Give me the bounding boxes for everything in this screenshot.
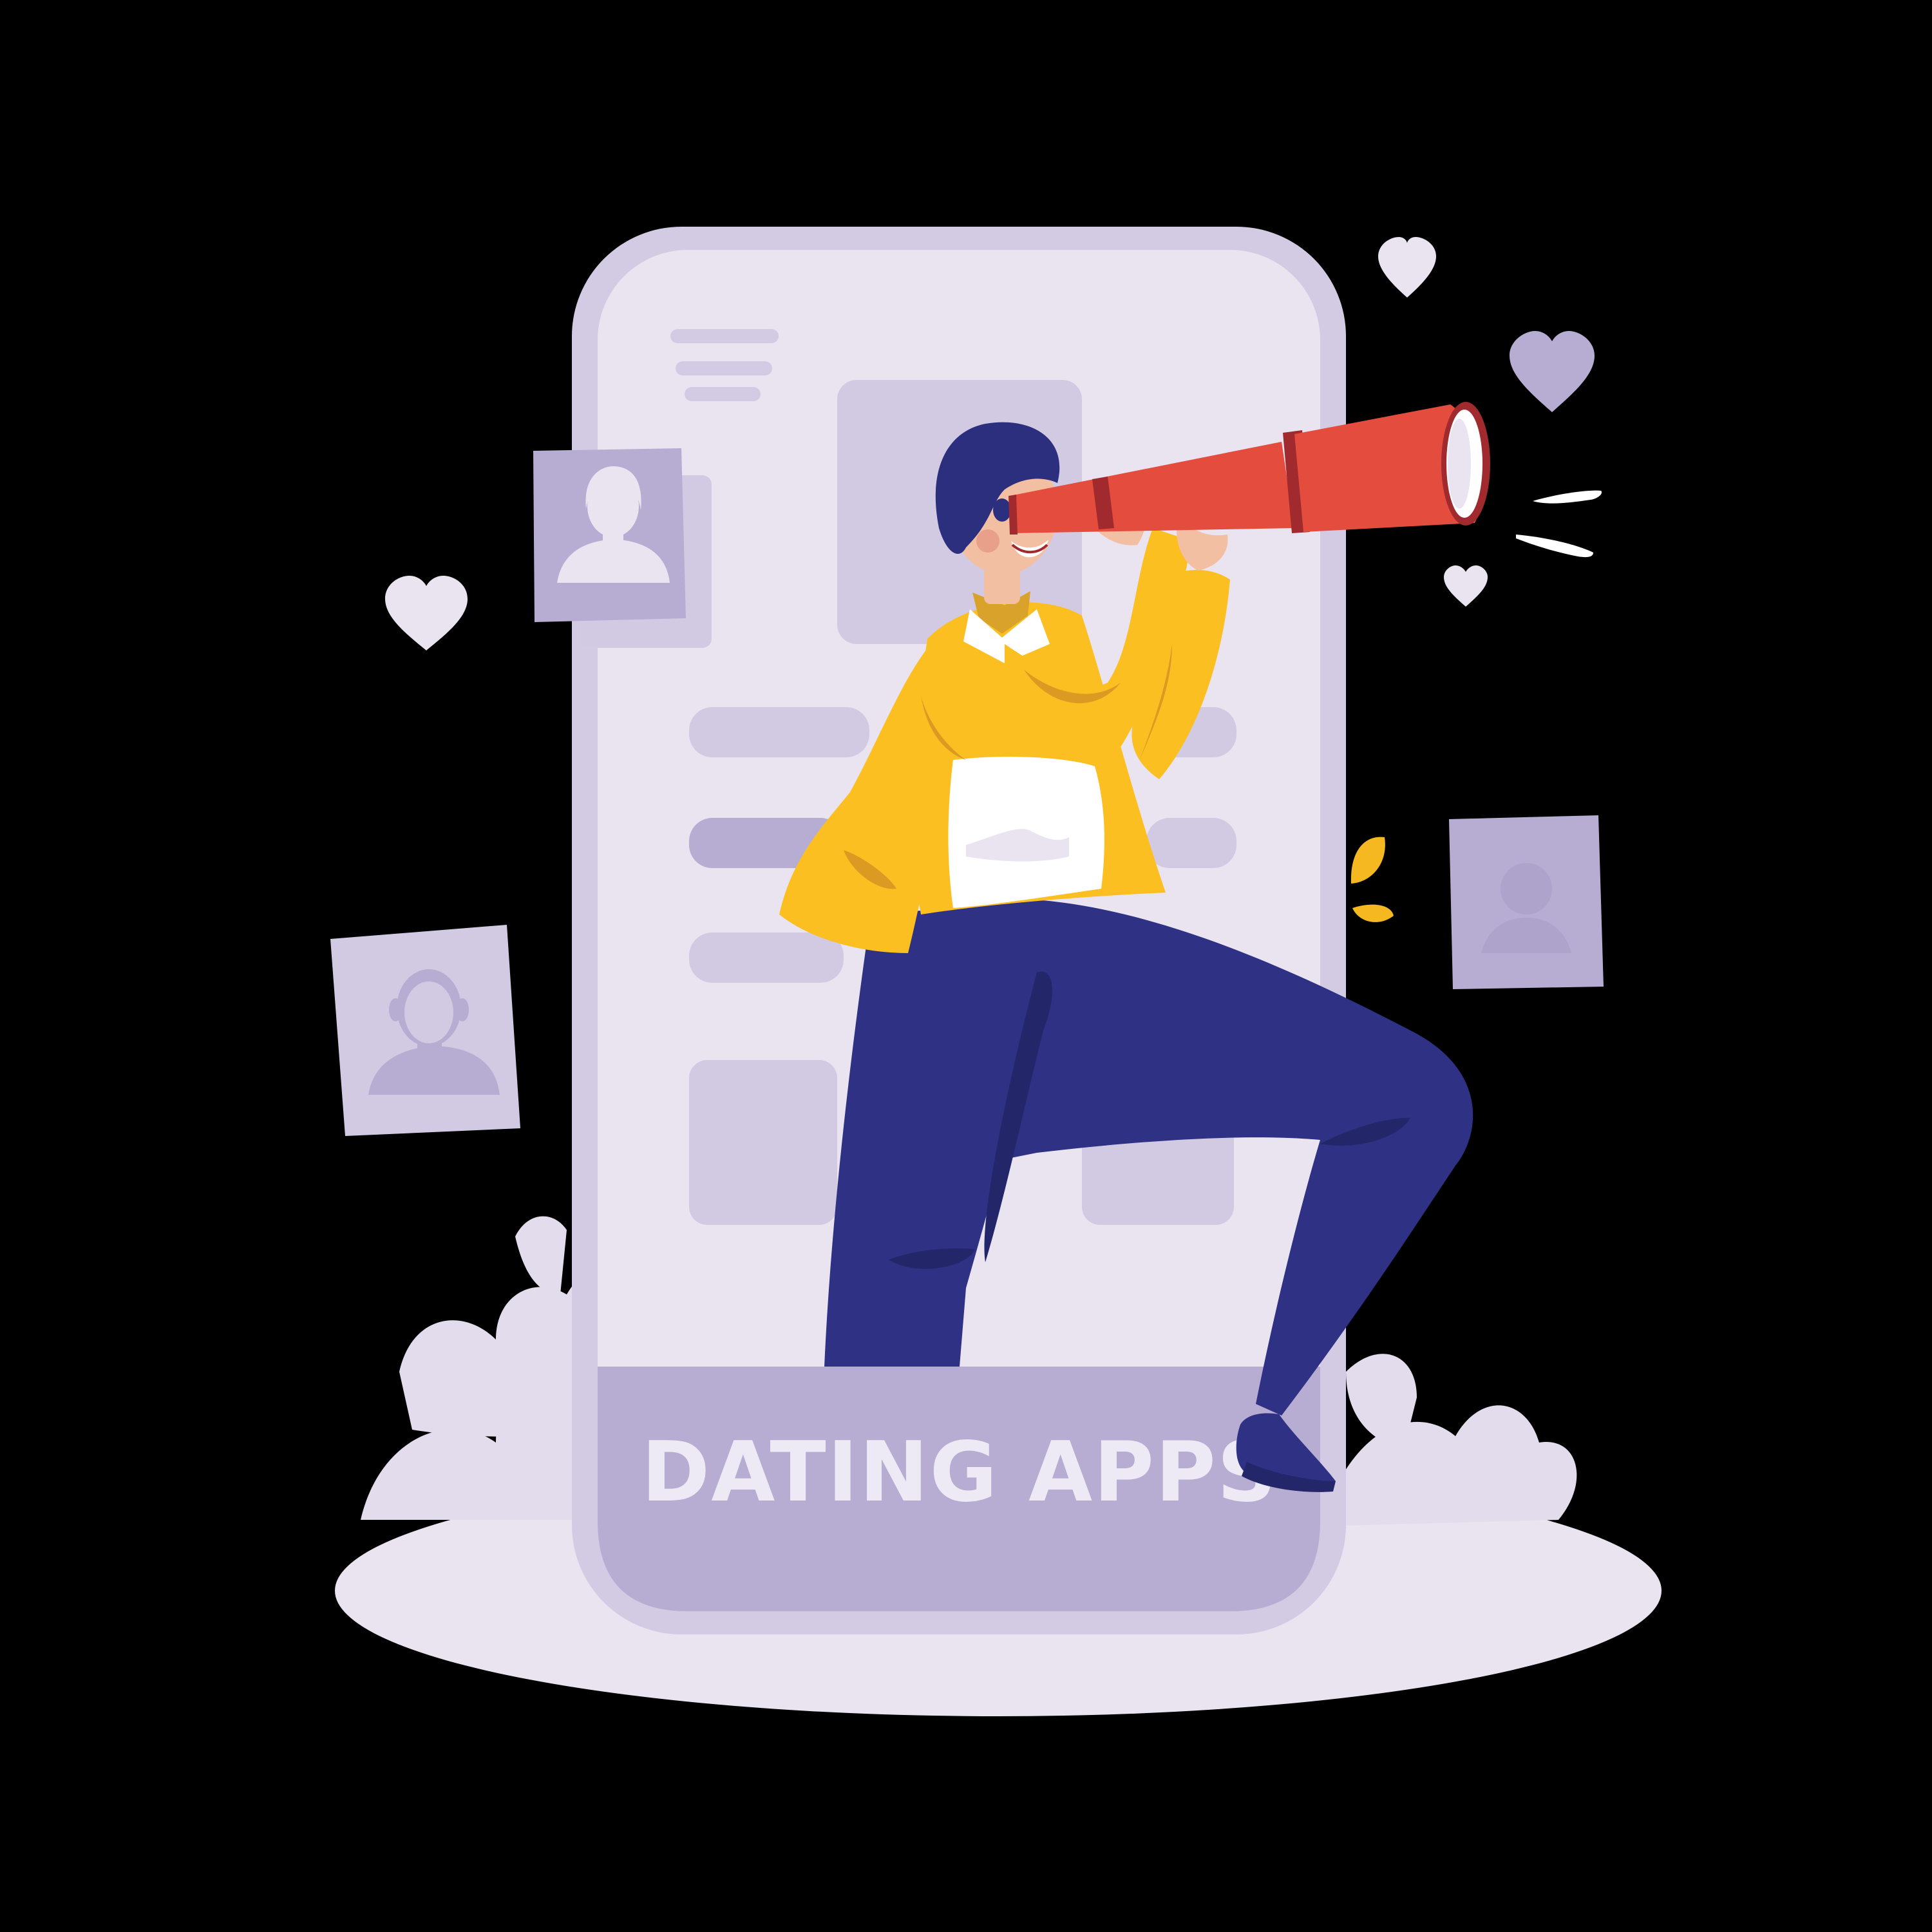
dating-apps-illustration: DATING APPS xyxy=(0,0,1932,1932)
heart-icon xyxy=(1444,565,1488,607)
screen-text-bar xyxy=(1146,818,1236,868)
leaf-icon xyxy=(1350,837,1394,922)
screen-text-bar xyxy=(689,933,844,983)
screen-photo-block xyxy=(689,1060,837,1225)
heart-icon xyxy=(1510,331,1595,412)
female-profile-card xyxy=(533,448,712,648)
banner-label: DATING APPS xyxy=(641,1425,1278,1520)
illustration-canvas: DATING APPS xyxy=(330,227,1662,1716)
right-bush xyxy=(1320,1354,1577,1526)
right-photo-card xyxy=(1449,815,1604,989)
male-profile-card xyxy=(330,925,520,1136)
telescope-sparkles xyxy=(1516,490,1602,558)
heart-icon xyxy=(1378,237,1436,298)
heart-icon xyxy=(385,576,468,650)
screen-text-bar xyxy=(689,707,869,757)
